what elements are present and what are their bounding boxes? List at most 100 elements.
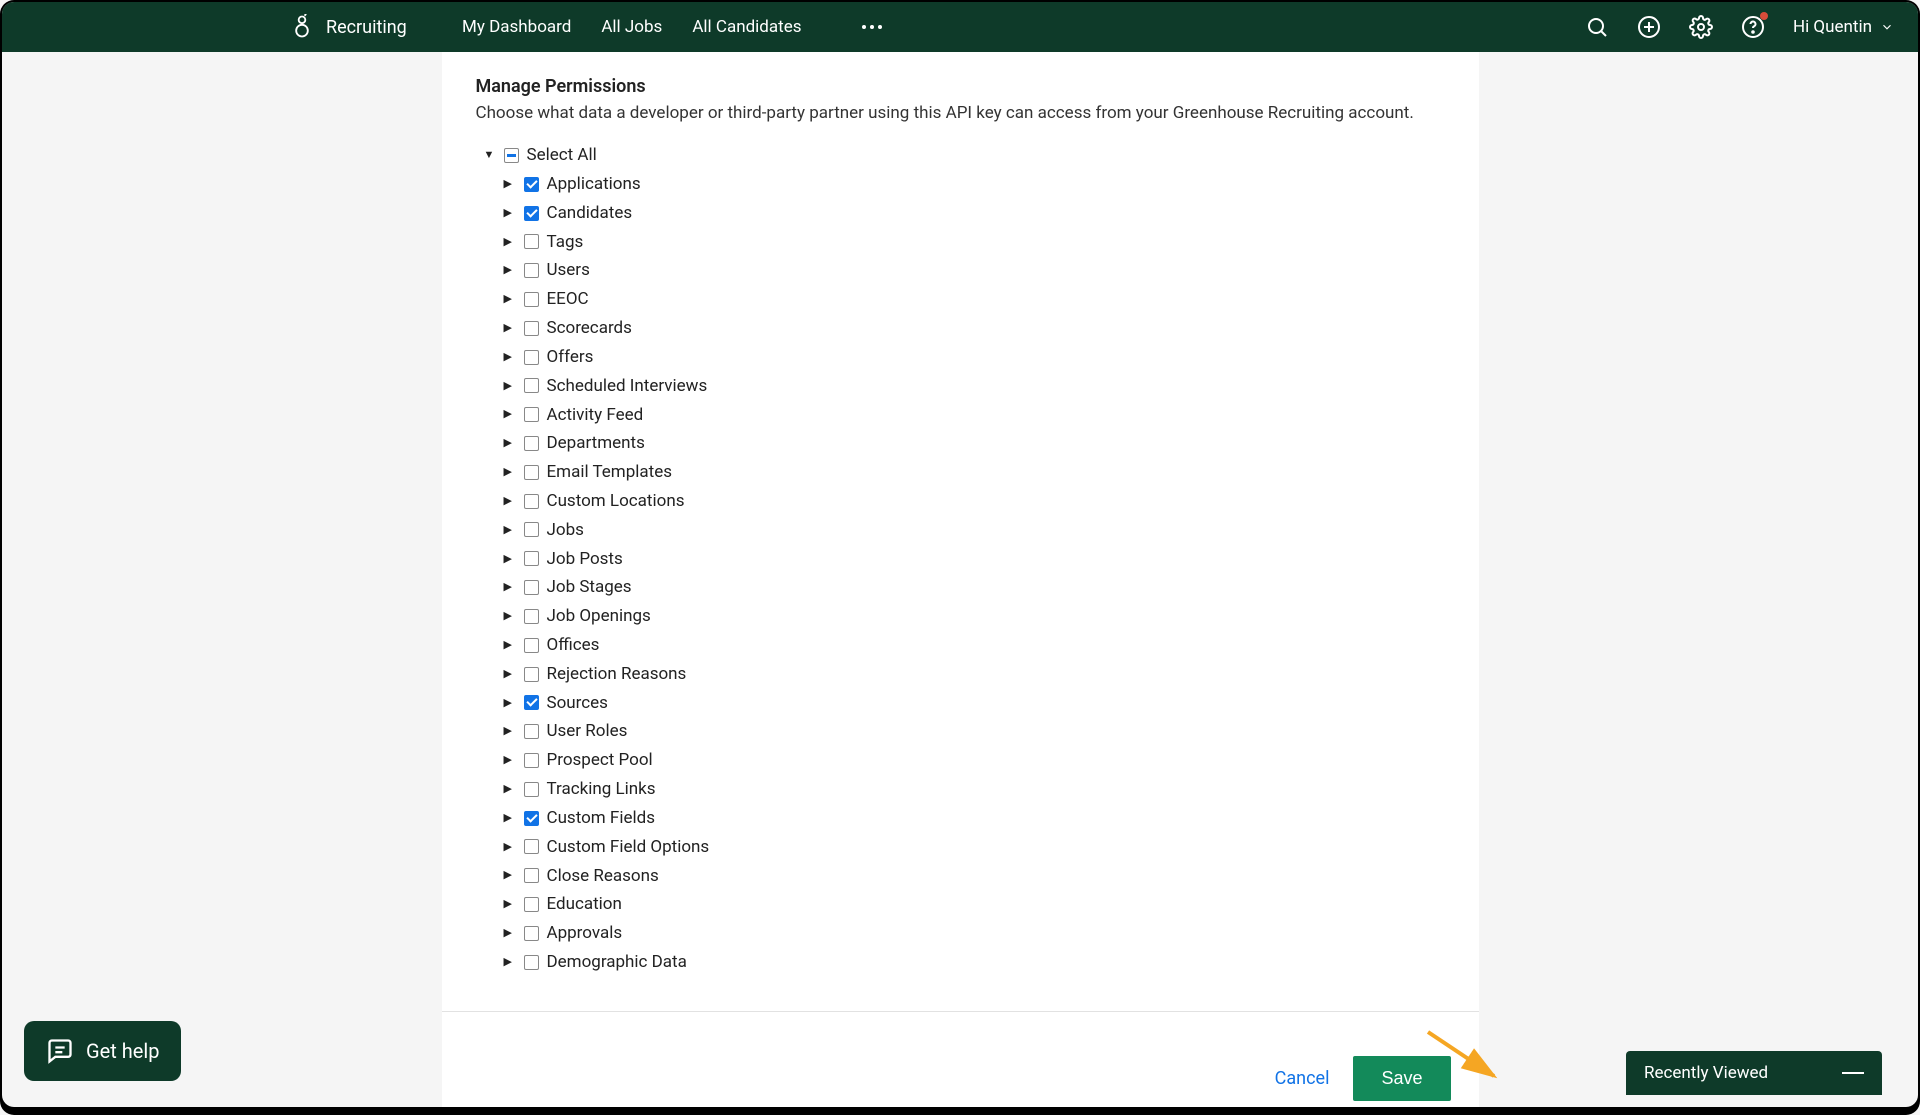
nav-my-dashboard[interactable]: My Dashboard (462, 17, 571, 37)
caret-toggle[interactable] (504, 177, 516, 192)
permission-checkbox[interactable] (524, 206, 539, 221)
permission-checkbox[interactable] (524, 177, 539, 192)
permission-checkbox[interactable] (524, 321, 539, 336)
add-icon[interactable] (1637, 15, 1661, 39)
gear-icon[interactable] (1689, 15, 1713, 39)
permission-checkbox[interactable] (524, 263, 539, 278)
nav-all-jobs[interactable]: All Jobs (601, 17, 662, 37)
permission-checkbox[interactable] (524, 436, 539, 451)
caret-toggle[interactable] (504, 263, 516, 278)
get-help-label: Get help (86, 1039, 159, 1063)
caret-toggle[interactable] (504, 523, 516, 538)
permission-checkbox[interactable] (524, 782, 539, 797)
permission-checkbox[interactable] (524, 839, 539, 854)
permission-label: Sources (547, 692, 608, 714)
search-icon[interactable] (1585, 15, 1609, 39)
permissions-card: Manage Permissions Choose what data a de… (442, 52, 1479, 1107)
user-menu[interactable]: Hi Quentin (1793, 17, 1894, 37)
caret-toggle[interactable] (504, 753, 516, 768)
caret-toggle[interactable] (504, 379, 516, 394)
brand-label[interactable]: Recruiting (326, 17, 407, 38)
caret-toggle[interactable] (504, 638, 516, 653)
user-greeting: Hi Quentin (1793, 17, 1872, 37)
caret-toggle[interactable] (504, 552, 516, 567)
permission-label: Custom Locations (547, 490, 685, 512)
permission-checkbox[interactable] (524, 234, 539, 249)
permission-checkbox[interactable] (524, 753, 539, 768)
permission-checkbox[interactable] (524, 350, 539, 365)
cancel-button[interactable]: Cancel (1275, 1068, 1330, 1089)
nav-right: Hi Quentin (1585, 15, 1894, 39)
recently-viewed-bar[interactable]: Recently Viewed (1626, 1051, 1882, 1095)
save-button[interactable]: Save (1353, 1056, 1450, 1101)
caret-toggle[interactable] (504, 350, 516, 365)
permission-checkbox[interactable] (524, 667, 539, 682)
caret-toggle[interactable] (504, 206, 516, 221)
permission-checkbox[interactable] (524, 551, 539, 566)
tree-row: Offers (504, 343, 1445, 372)
permission-checkbox[interactable] (524, 292, 539, 307)
caret-toggle[interactable] (504, 897, 516, 912)
permission-checkbox[interactable] (524, 465, 539, 480)
permission-checkbox[interactable] (524, 811, 539, 826)
tree-row: Rejection Reasons (504, 660, 1445, 689)
permission-checkbox[interactable] (524, 724, 539, 739)
permission-checkbox[interactable] (524, 955, 539, 970)
caret-toggle[interactable] (504, 696, 516, 711)
permission-checkbox[interactable] (524, 897, 539, 912)
permission-checkbox[interactable] (524, 494, 539, 509)
caret-toggle[interactable] (504, 321, 516, 336)
permission-label: Custom Fields (547, 807, 655, 829)
permission-label: Applications (547, 173, 641, 195)
tree-row: Sources (504, 688, 1445, 717)
caret-toggle[interactable] (504, 609, 516, 624)
select-all-label: Select All (527, 144, 597, 166)
permission-checkbox[interactable] (524, 378, 539, 393)
caret-toggle[interactable] (504, 840, 516, 855)
permission-checkbox[interactable] (524, 868, 539, 883)
nav-more-button[interactable] (862, 17, 882, 37)
permission-label: Education (547, 893, 622, 915)
tree-row: Email Templates (504, 458, 1445, 487)
caret-toggle[interactable] (504, 926, 516, 941)
nav-all-candidates[interactable]: All Candidates (692, 17, 801, 37)
caret-toggle[interactable] (504, 494, 516, 509)
help-icon[interactable] (1741, 15, 1765, 39)
permission-checkbox[interactable] (524, 638, 539, 653)
permission-checkbox[interactable] (524, 580, 539, 595)
get-help-widget[interactable]: Get help (24, 1021, 181, 1081)
permission-checkbox[interactable] (524, 926, 539, 941)
caret-toggle[interactable] (504, 235, 516, 250)
permission-checkbox[interactable] (524, 407, 539, 422)
chevron-down-icon (1880, 20, 1894, 34)
tree-row: Close Reasons (504, 861, 1445, 890)
caret-toggle[interactable] (504, 955, 516, 970)
permission-label: Departments (547, 432, 645, 454)
caret-toggle[interactable] (504, 436, 516, 451)
select-all-checkbox[interactable] (504, 148, 519, 163)
permission-checkbox[interactable] (524, 522, 539, 537)
notification-dot-icon (1760, 12, 1768, 20)
tree-row: EEOC (504, 285, 1445, 314)
permissions-body: Manage Permissions Choose what data a de… (442, 52, 1479, 1011)
permission-label: Demographic Data (547, 951, 687, 973)
caret-toggle[interactable] (504, 580, 516, 595)
nav-links: My Dashboard All Jobs All Candidates (462, 17, 882, 37)
permission-checkbox[interactable] (524, 609, 539, 624)
caret-toggle[interactable] (504, 724, 516, 739)
tree-row-select-all: Select All (484, 141, 1445, 170)
permission-label: Approvals (547, 922, 623, 944)
caret-toggle[interactable] (504, 407, 516, 422)
caret-toggle[interactable] (504, 782, 516, 797)
caret-toggle[interactable] (504, 292, 516, 307)
tree-row: Job Stages (504, 573, 1445, 602)
permission-checkbox[interactable] (524, 695, 539, 710)
caret-toggle[interactable] (504, 667, 516, 682)
caret-toggle[interactable] (504, 811, 516, 826)
caret-toggle[interactable] (484, 148, 496, 163)
caret-toggle[interactable] (504, 465, 516, 480)
brand: Recruiting (292, 14, 407, 40)
tree-row: Tags (504, 227, 1445, 256)
caret-toggle[interactable] (504, 868, 516, 883)
permission-label: Job Posts (547, 548, 623, 570)
